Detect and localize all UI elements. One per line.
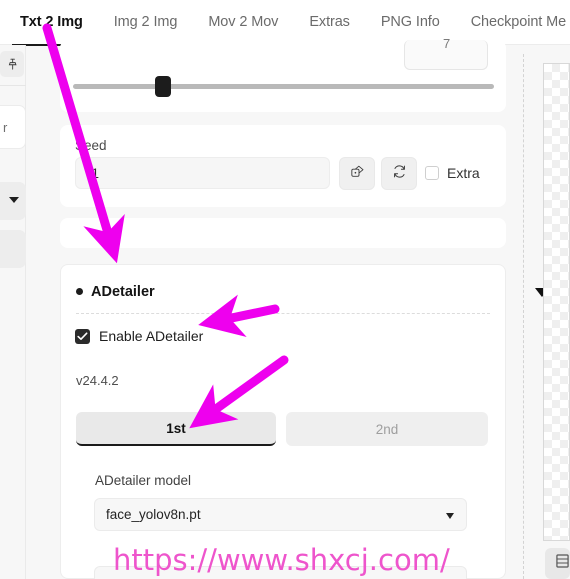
slider-number-value: 7: [443, 36, 451, 51]
extra-label: Extra: [447, 165, 480, 181]
slider-thumb[interactable]: [155, 76, 171, 97]
strip-divider: [0, 85, 26, 86]
main-tab-bar: Txt 2 Img Img 2 Img Mov 2 Mov Extras PNG…: [0, 0, 570, 44]
chevron-down-icon: [9, 197, 19, 203]
app-window: Txt 2 Img Img 2 Img Mov 2 Mov Extras PNG…: [0, 0, 570, 579]
bullet-dot-icon: [76, 288, 83, 295]
partial-text-field[interactable]: r: [0, 105, 26, 149]
partial-dropdown[interactable]: [0, 182, 26, 220]
adetailer-divider: [76, 313, 490, 314]
partial-dropdown-secondary[interactable]: [0, 230, 26, 268]
enable-adetailer-checkbox[interactable]: [75, 329, 90, 344]
seed-reuse-button[interactable]: [381, 157, 417, 190]
chevron-down-icon: [446, 513, 454, 519]
spacer-panel: [60, 218, 506, 248]
recycle-icon: [392, 164, 407, 184]
pin-icon: [6, 58, 19, 71]
image-preview-area[interactable]: [543, 63, 570, 541]
adetailer-model-label: ADetailer model: [95, 473, 192, 488]
seed-randomize-button[interactable]: [339, 157, 375, 190]
slider-number-input[interactable]: 7: [404, 36, 488, 70]
adetailer-subtab-1st[interactable]: 1st: [76, 412, 276, 446]
tab-img2img[interactable]: Img 2 Img: [114, 14, 178, 30]
enable-adetailer-label: Enable ADetailer: [99, 328, 204, 344]
pin-button[interactable]: [0, 51, 24, 77]
adetailer-title[interactable]: ADetailer: [91, 284, 155, 300]
adetailer-subtab-2nd[interactable]: 2nd: [286, 412, 488, 446]
column-dashed-divider: [523, 54, 524, 579]
tab-checkpoint-merger[interactable]: Checkpoint Me: [471, 14, 567, 30]
slider-track[interactable]: [73, 84, 494, 89]
tab-extras[interactable]: Extras: [309, 14, 350, 30]
tab-txt2img[interactable]: Txt 2 Img: [20, 14, 83, 30]
tab-png-info[interactable]: PNG Info: [381, 14, 440, 30]
tab-mov2mov[interactable]: Mov 2 Mov: [208, 14, 278, 30]
preview-action-button[interactable]: [545, 548, 570, 579]
adetailer-model-dropdown[interactable]: face_yolov8n.pt: [94, 498, 467, 531]
image-icon: [546, 554, 569, 573]
dice-icon: [350, 164, 365, 184]
extra-checkbox[interactable]: [425, 166, 439, 180]
watermark-url: https://www.shxcj.com/: [113, 543, 450, 577]
adetailer-version: v24.4.2: [76, 373, 119, 388]
seed-input[interactable]: -1: [75, 157, 330, 189]
adetailer-model-value: face_yolov8n.pt: [106, 507, 201, 522]
seed-label: Seed: [75, 138, 107, 153]
